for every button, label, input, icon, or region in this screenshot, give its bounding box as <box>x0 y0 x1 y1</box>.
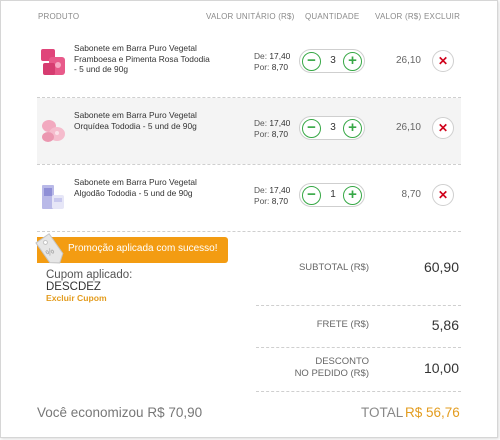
quantity-value: 3 <box>330 55 336 66</box>
increase-quantity-button[interactable]: + <box>343 52 362 71</box>
price-por-label: Por: <box>254 129 270 139</box>
decrease-quantity-button[interactable]: − <box>302 119 321 138</box>
decrease-quantity-button[interactable]: − <box>302 52 321 71</box>
item-total: 26,10 <box>395 55 421 66</box>
desconto-label-line1: DESCONTO <box>315 356 369 367</box>
price-por-label: Por: <box>254 62 270 72</box>
product-image-algodao <box>42 185 64 209</box>
economy-text: Você economizou R$ 70,90 <box>37 405 203 420</box>
header-quantidade: QUANTIDADE <box>305 12 360 21</box>
quantity-value: 3 <box>330 122 336 133</box>
price-de-value: 17,40 <box>269 185 291 195</box>
coupon-label: Cupom aplicado: <box>46 269 133 281</box>
desconto-label: DESCONTO NO PEDIDO (R$) <box>295 356 369 380</box>
item-total: 8,70 <box>401 189 421 200</box>
desconto-label-line2: NO PEDIDO (R$) <box>294 368 369 379</box>
total-value: R$ 56,76 <box>405 405 460 420</box>
remove-item-button[interactable]: ✕ <box>432 50 454 72</box>
header-excluir: EXCLUIR <box>424 12 461 21</box>
quantity-stepper: − 1 + <box>299 183 365 207</box>
price-de-label: De: <box>254 185 268 195</box>
cart-panel: PRODUTO VALOR UNITÁRIO (R$) QUANTIDADE V… <box>0 0 498 438</box>
desconto-value: 10,00 <box>423 360 459 376</box>
product-name[interactable]: Sabonete em Barra Puro Vegetal Orquídea … <box>74 110 214 131</box>
discount-tag-icon: % <box>35 233 64 264</box>
summary-divider <box>256 391 461 392</box>
increase-quantity-button[interactable]: + <box>343 119 362 138</box>
price-current: Por: 8,70 <box>254 62 288 72</box>
item-total: 26,10 <box>395 122 421 133</box>
price-por-value: 8,70 <box>271 62 289 72</box>
increase-quantity-button[interactable]: + <box>343 186 362 205</box>
price-original: De: 17,40 <box>254 51 290 61</box>
remove-coupon-link[interactable]: Excluir Cupom <box>46 293 107 303</box>
price-de-label: De: <box>254 118 268 128</box>
product-image-orquidea <box>42 120 65 142</box>
cart-item-row: Sabonete em Barra Puro Vegetal Framboesa… <box>37 31 461 97</box>
remove-item-button[interactable]: ✕ <box>432 184 454 206</box>
product-name[interactable]: Sabonete em Barra Puro Vegetal Framboesa… <box>74 43 214 75</box>
remove-item-button[interactable]: ✕ <box>432 117 454 139</box>
price-original: De: 17,40 <box>254 185 290 195</box>
price-por-label: Por: <box>254 196 270 206</box>
total-label: TOTAL <box>361 405 404 420</box>
product-image-framboesa <box>41 49 65 75</box>
price-de-label: De: <box>254 51 268 61</box>
summary-divider <box>256 347 461 348</box>
price-por-value: 8,70 <box>271 129 289 139</box>
price-current: Por: 8,70 <box>254 196 288 206</box>
quantity-stepper: − 3 + <box>299 49 365 73</box>
quantity-stepper: − 3 + <box>299 116 365 140</box>
subtotal-value: 60,90 <box>423 259 459 275</box>
header-valor-unitario: VALOR UNITÁRIO (R$) <box>206 12 295 21</box>
summary-divider <box>256 305 461 306</box>
frete-value: 5,86 <box>431 317 459 333</box>
header-produto: PRODUTO <box>38 12 80 21</box>
promo-message: Promoção aplicada com sucesso! <box>68 243 218 254</box>
price-de-value: 17,40 <box>269 51 291 61</box>
price-de-value: 17,40 <box>269 118 291 128</box>
price-por-value: 8,70 <box>271 196 289 206</box>
price-current: Por: 8,70 <box>254 129 288 139</box>
quantity-value: 1 <box>330 189 336 200</box>
cart-item-row: Sabonete em Barra Puro Vegetal Algodão T… <box>37 165 461 231</box>
product-name[interactable]: Sabonete em Barra Puro Vegetal Algodão T… <box>74 177 214 198</box>
coupon-code: DESCDEZ <box>46 281 101 293</box>
header-valor: VALOR (R$) <box>375 12 422 21</box>
frete-label: FRETE (R$) <box>316 319 369 330</box>
decrease-quantity-button[interactable]: − <box>302 186 321 205</box>
cart-item-row: Sabonete em Barra Puro Vegetal Orquídea … <box>37 98 461 164</box>
price-original: De: 17,40 <box>254 118 290 128</box>
subtotal-label: SUBTOTAL (R$) <box>298 262 369 273</box>
row-divider <box>37 231 461 232</box>
